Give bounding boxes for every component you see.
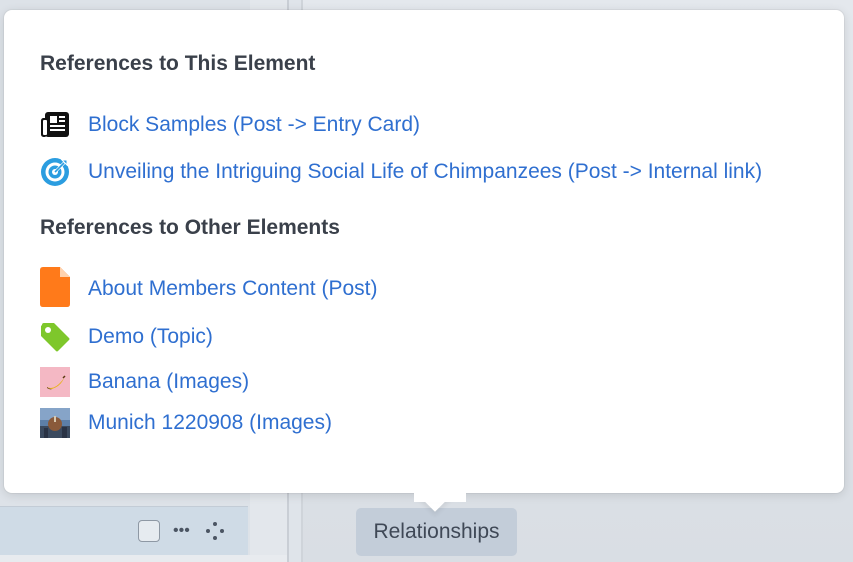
reference-label: Banana (Images) xyxy=(88,370,250,393)
reference-label: Munich 1220908 (Images) xyxy=(88,411,332,434)
relationships-button[interactable]: Relationships xyxy=(356,508,517,556)
reference-link-about-members[interactable]: About Members Content (Post) xyxy=(40,267,378,307)
reference-link-demo-topic[interactable]: Demo (Topic) xyxy=(40,320,213,354)
document-icon xyxy=(40,267,70,307)
reference-link-banana[interactable]: Banana (Images) xyxy=(40,365,249,399)
reference-label: Demo (Topic) xyxy=(88,325,213,348)
banana-thumbnail xyxy=(40,367,70,397)
reference-label: Unveiling the Intriguing Social Life of … xyxy=(88,160,763,183)
outgoing-references-heading: References to Other Elements xyxy=(40,216,340,239)
entry-card-footer xyxy=(0,555,287,562)
reference-link-block-samples[interactable]: Block Samples (Post -> Entry Card) xyxy=(40,108,420,142)
reference-link-chimpanzees[interactable]: Unveiling the Intriguing Social Life of … xyxy=(40,155,762,189)
tag-icon xyxy=(40,322,70,352)
incoming-references-heading: References to This Element xyxy=(40,52,316,75)
reference-label: Block Samples (Post -> Entry Card) xyxy=(88,113,421,136)
munich-thumbnail xyxy=(40,408,70,438)
target-icon xyxy=(40,157,70,187)
newspaper-icon xyxy=(40,110,70,140)
relationships-popover: References to This Element Block Samples… xyxy=(4,10,844,502)
reference-label: About Members Content (Post) xyxy=(88,277,378,300)
more-options-icon[interactable]: ••• xyxy=(173,520,190,542)
reference-link-munich[interactable]: Munich 1220908 (Images) xyxy=(40,406,332,440)
move-handle-icon[interactable] xyxy=(206,522,224,540)
entry-checkbox[interactable] xyxy=(138,520,160,542)
